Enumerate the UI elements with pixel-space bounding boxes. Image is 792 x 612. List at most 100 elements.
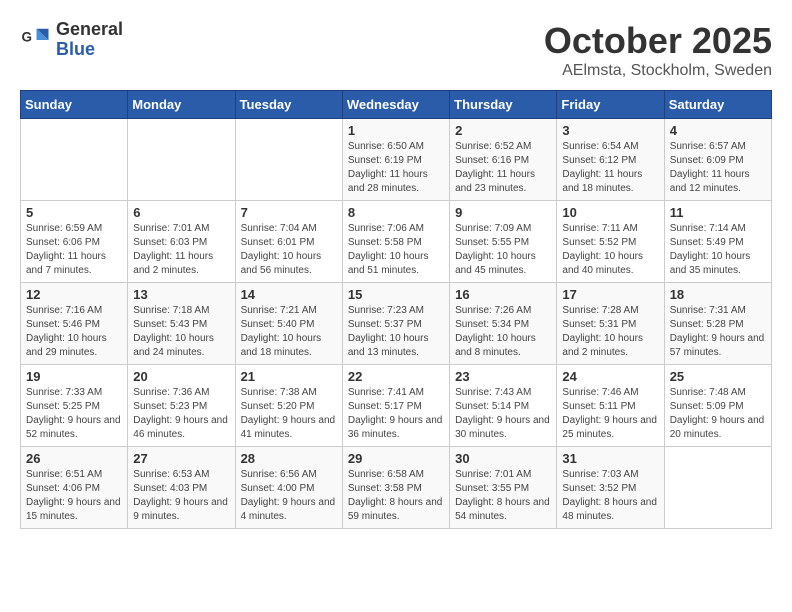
day-number: 11	[670, 205, 766, 220]
day-info: Sunrise: 7:48 AM Sunset: 5:09 PM Dayligh…	[670, 386, 766, 442]
day-number: 28	[241, 451, 337, 466]
day-number: 17	[562, 287, 658, 302]
day-info: Sunrise: 6:51 AM Sunset: 4:06 PM Dayligh…	[26, 468, 122, 524]
calendar-week-3: 12Sunrise: 7:16 AM Sunset: 5:46 PM Dayli…	[21, 283, 772, 365]
calendar-cell: 8Sunrise: 7:06 AM Sunset: 5:58 PM Daylig…	[342, 201, 449, 283]
calendar-cell: 18 Sunrise: 7:31 AM Sunset: 5:28 PM Dayli…	[664, 283, 771, 365]
day-info: Sunrise: 6:53 AM Sunset: 4:03 PM Dayligh…	[133, 468, 229, 524]
day-info: Sunrise: 7:31 AM Sunset: 5:28 PM Dayligh…	[670, 304, 766, 360]
calendar-week-1: 1 Sunrise: 6:50 AM Sunset: 6:19 PM Daylig…	[21, 119, 772, 201]
day-info: Sunrise: 6:57 AM Sunset: 6:09 PM Dayligh…	[670, 140, 766, 196]
calendar-cell: 16Sunrise: 7:26 AM Sunset: 5:34 PM Dayli…	[450, 283, 557, 365]
day-number: 25	[670, 369, 766, 384]
weekday-header-saturday: Saturday	[664, 91, 771, 119]
day-info: Sunrise: 7:04 AM Sunset: 6:01 PM Dayligh…	[241, 222, 337, 278]
calendar-cell: 21Sunrise: 7:38 AM Sunset: 5:20 PM Dayli…	[235, 365, 342, 447]
day-number: 19	[26, 369, 122, 384]
day-info: Sunrise: 7:46 AM Sunset: 5:11 PM Dayligh…	[562, 386, 658, 442]
day-number: 22	[348, 369, 444, 384]
day-number: 16	[455, 287, 551, 302]
day-number: 29	[348, 451, 444, 466]
calendar-cell: 10 Sunrise: 7:11 AM Sunset: 5:52 PM Dayli…	[557, 201, 664, 283]
weekday-header-tuesday: Tuesday	[235, 91, 342, 119]
day-info: Sunrise: 7:11 AM Sunset: 5:52 PM Dayligh…	[562, 222, 658, 278]
weekday-header-friday: Friday	[557, 91, 664, 119]
day-info: Sunrise: 6:59 AM Sunset: 6:06 PM Dayligh…	[26, 222, 122, 278]
day-number: 6	[133, 205, 229, 220]
day-number: 24	[562, 369, 658, 384]
calendar-cell: 12Sunrise: 7:16 AM Sunset: 5:46 PM Dayli…	[21, 283, 128, 365]
day-info: Sunrise: 7:14 AM Sunset: 5:49 PM Dayligh…	[670, 222, 766, 278]
calendar-cell: 19Sunrise: 7:33 AM Sunset: 5:25 PM Dayli…	[21, 365, 128, 447]
day-number: 13	[133, 287, 229, 302]
day-number: 4	[670, 123, 766, 138]
day-number: 26	[26, 451, 122, 466]
day-info: Sunrise: 7:06 AM Sunset: 5:58 PM Dayligh…	[348, 222, 444, 278]
weekday-header-sunday: Sunday	[21, 91, 128, 119]
calendar-cell: 14Sunrise: 7:21 AM Sunset: 5:40 PM Dayli…	[235, 283, 342, 365]
calendar-cell: 20Sunrise: 7:36 AM Sunset: 5:23 PM Dayli…	[128, 365, 235, 447]
logo: G General Blue	[20, 20, 123, 60]
calendar-cell: 22 Sunrise: 7:41 AM Sunset: 5:17 PM Dayli…	[342, 365, 449, 447]
day-number: 31	[562, 451, 658, 466]
calendar-cell	[235, 119, 342, 201]
day-info: Sunrise: 7:16 AM Sunset: 5:46 PM Dayligh…	[26, 304, 122, 360]
day-number: 1	[348, 123, 444, 138]
day-info: Sunrise: 6:58 AM Sunset: 3:58 PM Dayligh…	[348, 468, 444, 524]
day-info: Sunrise: 7:43 AM Sunset: 5:14 PM Dayligh…	[455, 386, 551, 442]
page-header: G General Blue October 2025 AElmsta, Sto…	[20, 20, 772, 80]
day-info: Sunrise: 7:09 AM Sunset: 5:55 PM Dayligh…	[455, 222, 551, 278]
calendar-cell: 17 Sunrise: 7:28 AM Sunset: 5:31 PM Dayli…	[557, 283, 664, 365]
day-info: Sunrise: 7:28 AM Sunset: 5:31 PM Dayligh…	[562, 304, 658, 360]
calendar-cell	[21, 119, 128, 201]
calendar-cell: 3 Sunrise: 6:54 AM Sunset: 6:12 PM Daylig…	[557, 119, 664, 201]
calendar-cell: 27 Sunrise: 6:53 AM Sunset: 4:03 PM Dayli…	[128, 447, 235, 529]
calendar-cell: 1 Sunrise: 6:50 AM Sunset: 6:19 PM Daylig…	[342, 119, 449, 201]
logo-icon: G	[20, 25, 50, 55]
day-number: 27	[133, 451, 229, 466]
day-number: 15	[348, 287, 444, 302]
calendar-cell: 13 Sunrise: 7:18 AM Sunset: 5:43 PM Dayli…	[128, 283, 235, 365]
calendar-cell: 2 Sunrise: 6:52 AM Sunset: 6:16 PM Daylig…	[450, 119, 557, 201]
calendar-cell: 5Sunrise: 6:59 AM Sunset: 6:06 PM Daylig…	[21, 201, 128, 283]
day-number: 3	[562, 123, 658, 138]
calendar-body: 1 Sunrise: 6:50 AM Sunset: 6:19 PM Daylig…	[21, 119, 772, 529]
calendar-week-4: 19Sunrise: 7:33 AM Sunset: 5:25 PM Dayli…	[21, 365, 772, 447]
logo-general-text: General	[56, 19, 123, 39]
weekday-header-row: SundayMondayTuesdayWednesdayThursdayFrid…	[21, 91, 772, 119]
calendar-cell: 15 Sunrise: 7:23 AM Sunset: 5:37 PM Dayli…	[342, 283, 449, 365]
svg-text:G: G	[22, 29, 33, 44]
calendar-cell: 28Sunrise: 6:56 AM Sunset: 4:00 PM Dayli…	[235, 447, 342, 529]
calendar-cell: 4 Sunrise: 6:57 AM Sunset: 6:09 PM Daylig…	[664, 119, 771, 201]
day-info: Sunrise: 7:23 AM Sunset: 5:37 PM Dayligh…	[348, 304, 444, 360]
day-info: Sunrise: 7:41 AM Sunset: 5:17 PM Dayligh…	[348, 386, 444, 442]
calendar-table: SundayMondayTuesdayWednesdayThursdayFrid…	[20, 90, 772, 529]
day-number: 10	[562, 205, 658, 220]
calendar-cell: 23Sunrise: 7:43 AM Sunset: 5:14 PM Dayli…	[450, 365, 557, 447]
calendar-cell: 29 Sunrise: 6:58 AM Sunset: 3:58 PM Dayli…	[342, 447, 449, 529]
day-info: Sunrise: 7:01 AM Sunset: 3:55 PM Dayligh…	[455, 468, 551, 524]
calendar-cell: 11 Sunrise: 7:14 AM Sunset: 5:49 PM Dayli…	[664, 201, 771, 283]
day-number: 21	[241, 369, 337, 384]
calendar-cell: 24 Sunrise: 7:46 AM Sunset: 5:11 PM Dayli…	[557, 365, 664, 447]
calendar-cell: 26 Sunrise: 6:51 AM Sunset: 4:06 PM Dayli…	[21, 447, 128, 529]
calendar-cell: 9Sunrise: 7:09 AM Sunset: 5:55 PM Daylig…	[450, 201, 557, 283]
calendar-cell: 6 Sunrise: 7:01 AM Sunset: 6:03 PM Daylig…	[128, 201, 235, 283]
weekday-header-wednesday: Wednesday	[342, 91, 449, 119]
day-info: Sunrise: 7:21 AM Sunset: 5:40 PM Dayligh…	[241, 304, 337, 360]
day-number: 2	[455, 123, 551, 138]
day-info: Sunrise: 6:54 AM Sunset: 6:12 PM Dayligh…	[562, 140, 658, 196]
calendar-cell	[128, 119, 235, 201]
day-info: Sunrise: 6:50 AM Sunset: 6:19 PM Dayligh…	[348, 140, 444, 196]
day-info: Sunrise: 7:03 AM Sunset: 3:52 PM Dayligh…	[562, 468, 658, 524]
day-info: Sunrise: 7:18 AM Sunset: 5:43 PM Dayligh…	[133, 304, 229, 360]
calendar-cell: 30Sunrise: 7:01 AM Sunset: 3:55 PM Dayli…	[450, 447, 557, 529]
day-number: 20	[133, 369, 229, 384]
weekday-header-monday: Monday	[128, 91, 235, 119]
day-info: Sunrise: 6:52 AM Sunset: 6:16 PM Dayligh…	[455, 140, 551, 196]
day-number: 18	[670, 287, 766, 302]
calendar-cell: 25 Sunrise: 7:48 AM Sunset: 5:09 PM Dayli…	[664, 365, 771, 447]
day-info: Sunrise: 7:01 AM Sunset: 6:03 PM Dayligh…	[133, 222, 229, 278]
day-number: 7	[241, 205, 337, 220]
logo-blue-text: Blue	[56, 39, 95, 59]
